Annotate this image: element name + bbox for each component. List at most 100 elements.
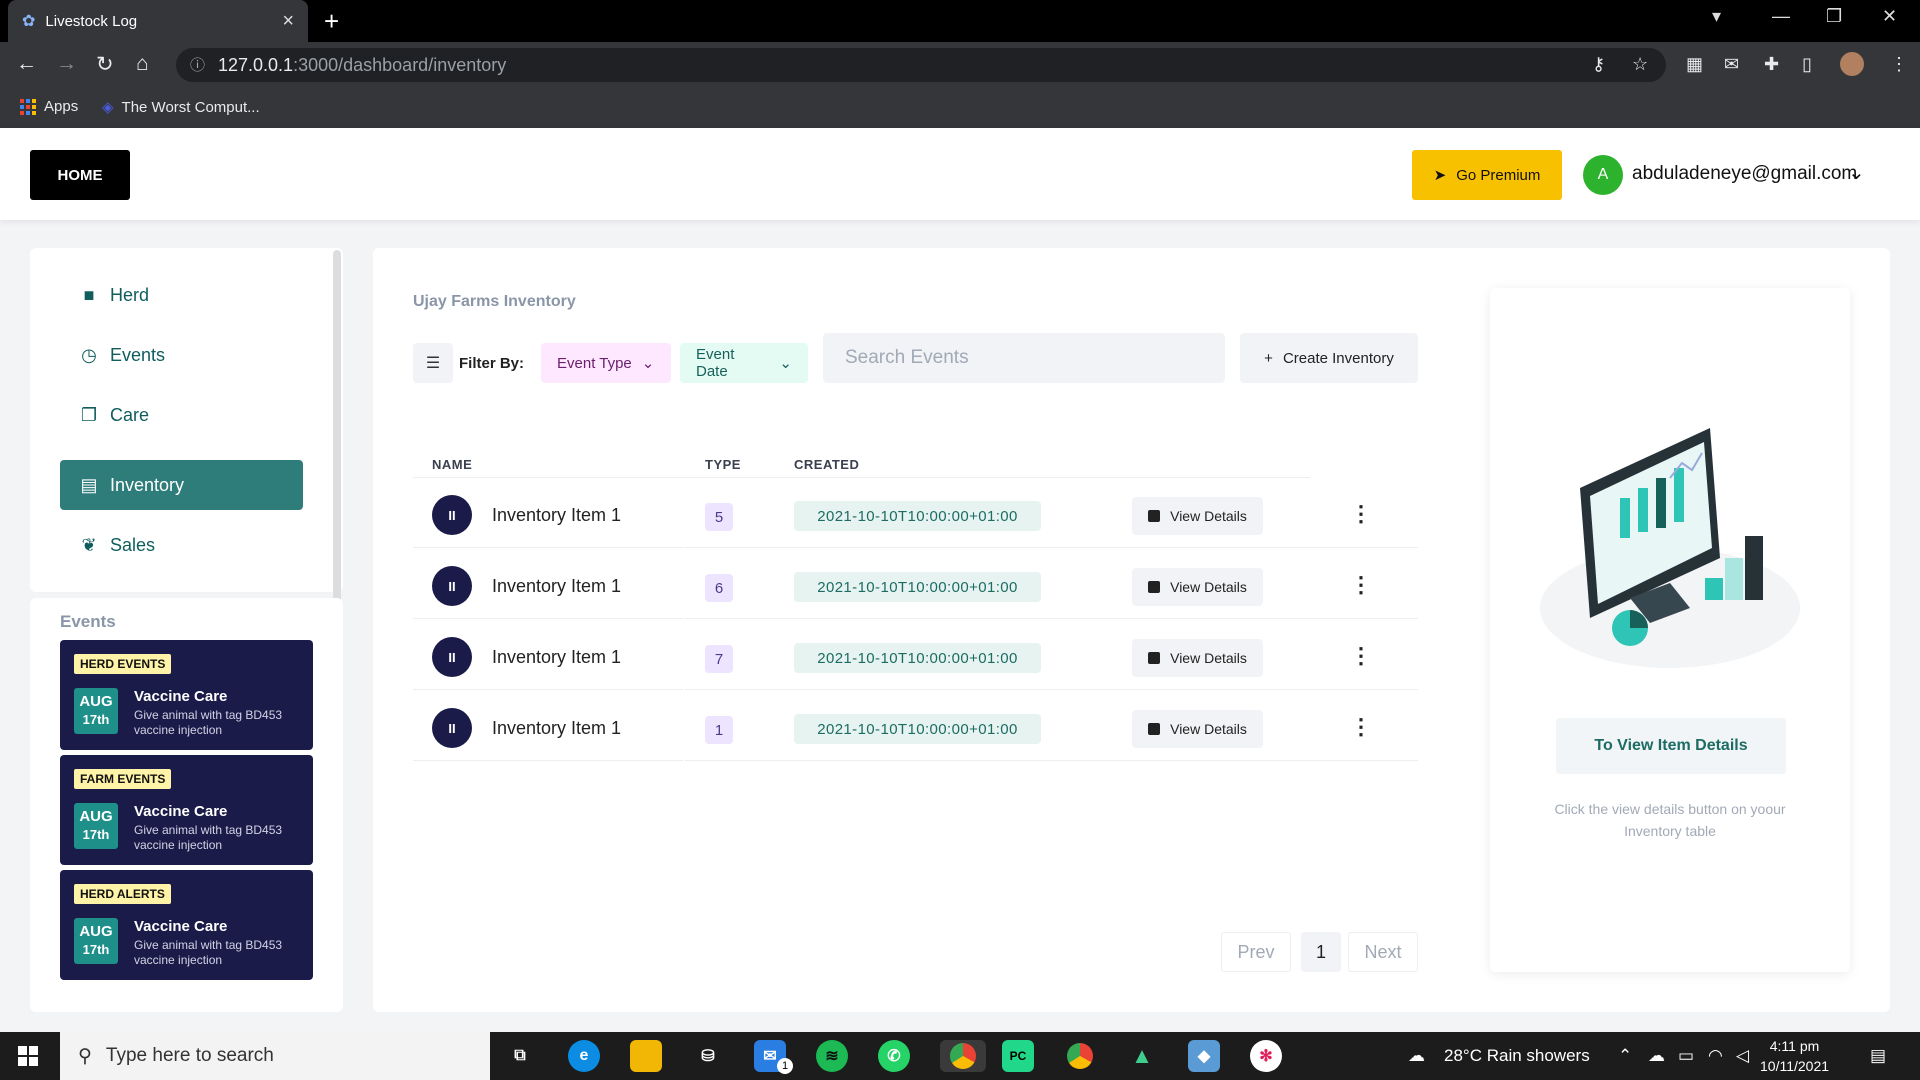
more-options-icon[interactable]: ⋮ [1350, 643, 1372, 669]
bookmark-apps[interactable]: Apps [20, 98, 78, 115]
page-title: Ujay Farms Inventory [413, 293, 576, 310]
extension-mail-icon[interactable]: ✉ [1724, 54, 1739, 75]
tab-close-icon[interactable]: × [282, 10, 294, 33]
home-button[interactable]: HOME [30, 150, 130, 200]
pagination-next-button[interactable]: Next [1348, 932, 1418, 972]
column-header-type[interactable]: TYPE [705, 457, 741, 472]
slack-icon[interactable]: ✻ [1250, 1040, 1282, 1072]
table-row[interactable]: II Inventory Item 1 1 2021-10-10T10:00:0… [413, 691, 1418, 761]
chrome-taskbar-icon[interactable] [940, 1040, 986, 1072]
new-tab-icon[interactable]: + [324, 6, 339, 37]
tray-chevron-icon[interactable]: ⌃ [1618, 1046, 1632, 1066]
browser-menu-icon[interactable]: ⋮ [1890, 54, 1908, 75]
more-options-icon[interactable]: ⋮ [1350, 714, 1372, 740]
bookmark-star-icon[interactable]: ☆ [1632, 54, 1648, 75]
profile-dropdown-icon[interactable]: ▾ [1712, 6, 1721, 27]
chrome-canary-icon[interactable] [1064, 1040, 1096, 1072]
clipboard-icon: ▤ [80, 474, 98, 495]
column-header-created[interactable]: CREATED [794, 457, 859, 472]
user-menu-chevron-icon[interactable]: ⌄ [1848, 160, 1865, 185]
browser-tab[interactable]: ✿ Livestock Log × [8, 0, 308, 42]
taskbar-search[interactable]: ⚲ Type here to search [60, 1032, 490, 1080]
event-type-dropdown[interactable]: Event Type ⌄ [541, 343, 671, 383]
side-panel-icon[interactable]: ▯ [1802, 54, 1812, 75]
sidebar-item-sales[interactable]: ❦ Sales [60, 520, 303, 570]
row-divider [413, 689, 683, 690]
item-name: Inventory Item 1 [492, 647, 622, 667]
sidebar-scrollbar[interactable] [333, 250, 341, 620]
edge-icon[interactable]: e [568, 1040, 600, 1072]
event-date-dropdown[interactable]: Event Date ⌄ [680, 343, 808, 383]
weather-text[interactable]: 28°C Rain showers [1444, 1046, 1590, 1066]
reload-icon[interactable]: ↻ [96, 52, 114, 77]
notifications-icon[interactable]: ▤ [1870, 1046, 1886, 1066]
item-type-badge: 1 [705, 716, 733, 744]
cloud-sync-icon[interactable]: ☁ [1648, 1046, 1665, 1066]
whatsapp-icon[interactable]: ✆ [878, 1040, 910, 1072]
sidebar-item-herd[interactable]: ■ Herd [60, 270, 303, 320]
extensions-puzzle-icon[interactable]: ✚ [1764, 54, 1779, 75]
clock-icon: ◷ [81, 344, 97, 365]
sidebar-item-care[interactable]: ❐ Care [60, 390, 303, 440]
weather-icon[interactable]: ☁ [1408, 1046, 1425, 1066]
event-card[interactable]: HERD EVENTS AUG 17th Vaccine Care Give a… [60, 640, 313, 750]
sidebar-item-inventory[interactable]: ▤ Inventory [60, 460, 303, 510]
minimize-icon[interactable]: — [1772, 6, 1790, 27]
rocket-app-icon[interactable]: ▲ [1126, 1040, 1158, 1072]
row-divider [413, 618, 683, 619]
view-details-label: View Details [1170, 508, 1247, 524]
event-card[interactable]: HERD ALERTS AUG 17th Vaccine Care Give a… [60, 870, 313, 980]
spotify-icon[interactable]: ≋ [816, 1040, 848, 1072]
bookmark-worst-computer[interactable]: ◈ The Worst Comput... [102, 98, 260, 117]
view-item-details-button[interactable]: To View Item Details [1556, 718, 1786, 774]
windows-taskbar: ⚲ Type here to search ⧉ e ⛁ ✉ 1 ≋ ✆ PC ▲… [0, 1032, 1920, 1080]
volume-icon[interactable]: ◁ [1736, 1046, 1749, 1066]
window-close-icon[interactable]: ✕ [1882, 6, 1897, 27]
forward-icon[interactable]: → [56, 52, 77, 76]
store-icon[interactable]: ⛁ [692, 1040, 724, 1072]
table-row[interactable]: II Inventory Item 1 7 2021-10-10T10:00:0… [413, 620, 1418, 690]
event-card[interactable]: FARM EVENTS AUG 17th Vaccine Care Give a… [60, 755, 313, 865]
view-details-button[interactable]: View Details [1132, 497, 1263, 535]
back-icon[interactable]: ← [16, 52, 37, 76]
view-details-button[interactable]: View Details [1132, 568, 1263, 606]
item-created-badge: 2021-10-10T10:00:00+01:00 [794, 501, 1041, 531]
restore-icon[interactable]: ❐ [1826, 6, 1842, 27]
notes-app-icon[interactable]: ◆ [1188, 1040, 1220, 1072]
table-row[interactable]: II Inventory Item 1 5 2021-10-10T10:00:0… [413, 478, 1418, 548]
create-inventory-button[interactable]: + Create Inventory [1240, 333, 1418, 383]
user-avatar[interactable]: A [1583, 155, 1623, 195]
taskbar-clock[interactable]: 4:11 pm 10/11/2021 [1760, 1036, 1829, 1076]
profile-avatar-icon[interactable] [1840, 52, 1864, 76]
pycharm-icon[interactable]: PC [1002, 1040, 1034, 1072]
go-premium-button[interactable]: ➤ Go Premium [1412, 150, 1562, 200]
extension-calendar-icon[interactable]: ▦ [1686, 54, 1703, 75]
site-info-icon[interactable]: ⓘ [190, 54, 205, 75]
item-avatar: II [432, 566, 472, 606]
filter-icon[interactable]: ☰ [413, 343, 453, 383]
wifi-icon[interactable]: ◠ [1708, 1046, 1723, 1066]
more-options-icon[interactable]: ⋮ [1350, 501, 1372, 527]
task-view-icon[interactable]: ⧉ [504, 1040, 536, 1072]
view-details-button[interactable]: View Details [1132, 710, 1263, 748]
address-bar[interactable]: ⓘ 127.0.0.1:3000/dashboard/inventory [176, 48, 1666, 82]
row-divider [413, 760, 683, 761]
search-icon: ⚲ [78, 1045, 92, 1067]
view-details-button[interactable]: View Details [1132, 639, 1263, 677]
column-header-name[interactable]: NAME [432, 457, 472, 472]
event-title: Vaccine Care [134, 688, 228, 705]
file-explorer-icon[interactable] [630, 1040, 662, 1072]
table-row[interactable]: II Inventory Item 1 6 2021-10-10T10:00:0… [413, 549, 1418, 619]
sidebar-item-events[interactable]: ◷ Events [60, 330, 303, 380]
view-details-label: View Details [1170, 579, 1247, 595]
pagination-page-1[interactable]: 1 [1301, 932, 1341, 972]
more-options-icon[interactable]: ⋮ [1350, 572, 1372, 598]
home-icon[interactable]: ⌂ [136, 52, 149, 76]
key-icon[interactable]: ⚷ [1592, 54, 1605, 75]
search-input[interactable] [823, 333, 1225, 383]
event-day: 17th [82, 942, 110, 957]
windows-start-icon[interactable] [18, 1046, 38, 1066]
battery-icon[interactable]: ▭ [1678, 1046, 1694, 1066]
pagination-prev-button[interactable]: Prev [1221, 932, 1291, 972]
user-email[interactable]: abduladeneye@gmail.com [1632, 163, 1857, 185]
